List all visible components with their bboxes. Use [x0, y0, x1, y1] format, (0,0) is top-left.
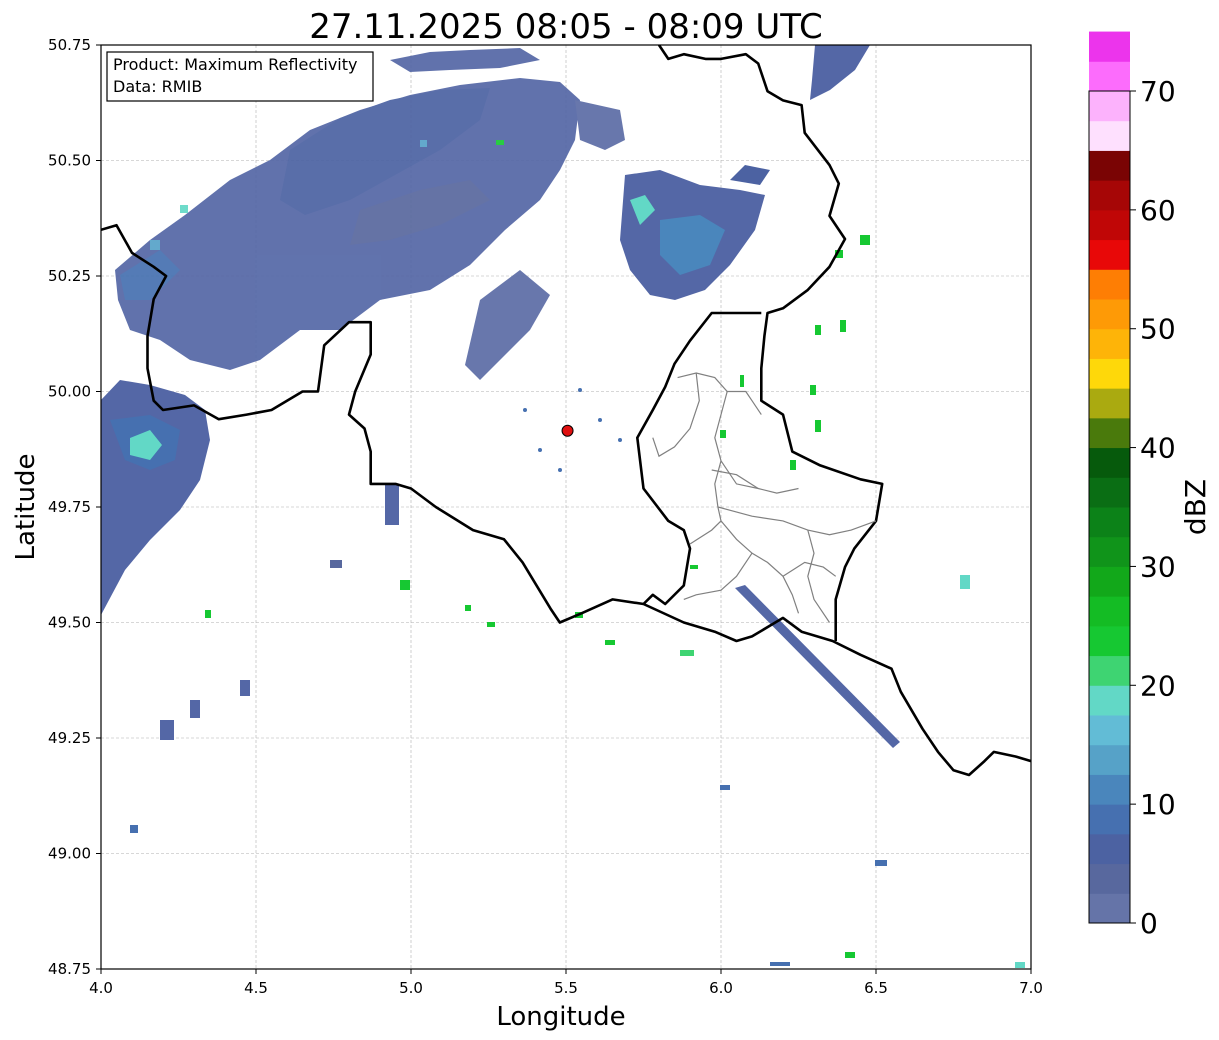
x-tick-label: 5.0 [399, 979, 423, 997]
x-tick-label: 4.0 [89, 979, 113, 997]
y-tick-label: 49.00 [48, 845, 91, 863]
y-tick-label: 50.50 [48, 152, 91, 170]
x-tick-label: 6.5 [864, 979, 888, 997]
colorbar-tick-label: 0 [1140, 907, 1158, 940]
colorbar-tick-label: 60 [1140, 194, 1176, 227]
colorbar-cell [1089, 774, 1130, 805]
colorbar-tick-label: 10 [1140, 788, 1176, 821]
colorbar-cell [1089, 31, 1130, 62]
x-tick-label: 6.0 [709, 979, 733, 997]
colorbar-cell [1089, 536, 1130, 567]
colorbar-cell [1089, 655, 1130, 686]
colorbar-cell [1089, 150, 1130, 181]
x-tick-label: 4.5 [244, 979, 268, 997]
x-axis-label: Longitude [496, 1002, 625, 1032]
colorbar-cell [1089, 715, 1130, 746]
colorbar-cell [1089, 388, 1130, 419]
colorbar-tick-label: 50 [1140, 313, 1176, 346]
info-box: Product: Maximum Reflectivity Data: RMIB [106, 51, 374, 102]
colorbar-tick-label: 70 [1140, 75, 1176, 108]
colorbar-cell [1089, 180, 1130, 211]
colorbar-cell [1089, 507, 1130, 538]
radar-site-marker [561, 424, 574, 437]
x-tick-label: 5.5 [554, 979, 578, 997]
colorbar-cell [1089, 209, 1130, 241]
colorbar-cell [1089, 358, 1130, 389]
y-tick-label: 49.25 [48, 729, 91, 747]
info-product: Product: Maximum Reflectivity [113, 55, 357, 74]
colorbar-cell [1089, 685, 1130, 716]
colorbar-cell [1089, 239, 1130, 270]
map-plot-area [100, 44, 1032, 970]
colorbar-cell [1089, 269, 1130, 300]
y-tick-label: 50.75 [48, 36, 91, 54]
y-tick-label: 50.25 [48, 267, 91, 285]
colorbar-cell [1089, 833, 1130, 865]
colorbar-cell [1089, 744, 1130, 775]
colorbar-cell [1089, 863, 1130, 894]
colorbar-cell [1089, 120, 1130, 151]
colorbar-cell [1089, 804, 1130, 835]
colorbar-cell [1089, 417, 1130, 449]
colorbar-tick-label: 40 [1140, 432, 1176, 465]
colorbar-cell [1089, 328, 1130, 359]
x-tick-label: 7.0 [1019, 979, 1043, 997]
chart-title: 27.11.2025 08:05 - 08:09 UTC [309, 7, 823, 47]
y-tick-label: 50.00 [48, 383, 91, 401]
colorbar-cell [1089, 477, 1130, 508]
colorbar-tick-label: 20 [1140, 669, 1176, 702]
info-data-source: Data: RMIB [113, 77, 202, 96]
colorbar-cells [1089, 31, 1130, 924]
radar-figure: 27.11.2025 08:05 - 08:09 UTC Product: Ma… [0, 0, 1219, 1040]
colorbar-cell [1089, 299, 1130, 330]
colorbar-cell [1089, 596, 1130, 627]
colorbar-tick-label: 30 [1140, 550, 1176, 583]
y-tick-label: 49.75 [48, 498, 91, 516]
y-axis-label: Latitude [11, 453, 41, 560]
y-tick-label: 48.75 [48, 960, 91, 978]
colorbar-cell [1089, 566, 1130, 597]
colorbar-cell [1089, 893, 1130, 924]
colorbar-label: dBZ [1179, 479, 1212, 535]
colorbar-cell [1089, 91, 1130, 122]
colorbar-cell [1089, 61, 1130, 92]
y-tick-label: 49.50 [48, 614, 91, 632]
colorbar-cell [1089, 625, 1130, 657]
colorbar-cell [1089, 447, 1130, 478]
